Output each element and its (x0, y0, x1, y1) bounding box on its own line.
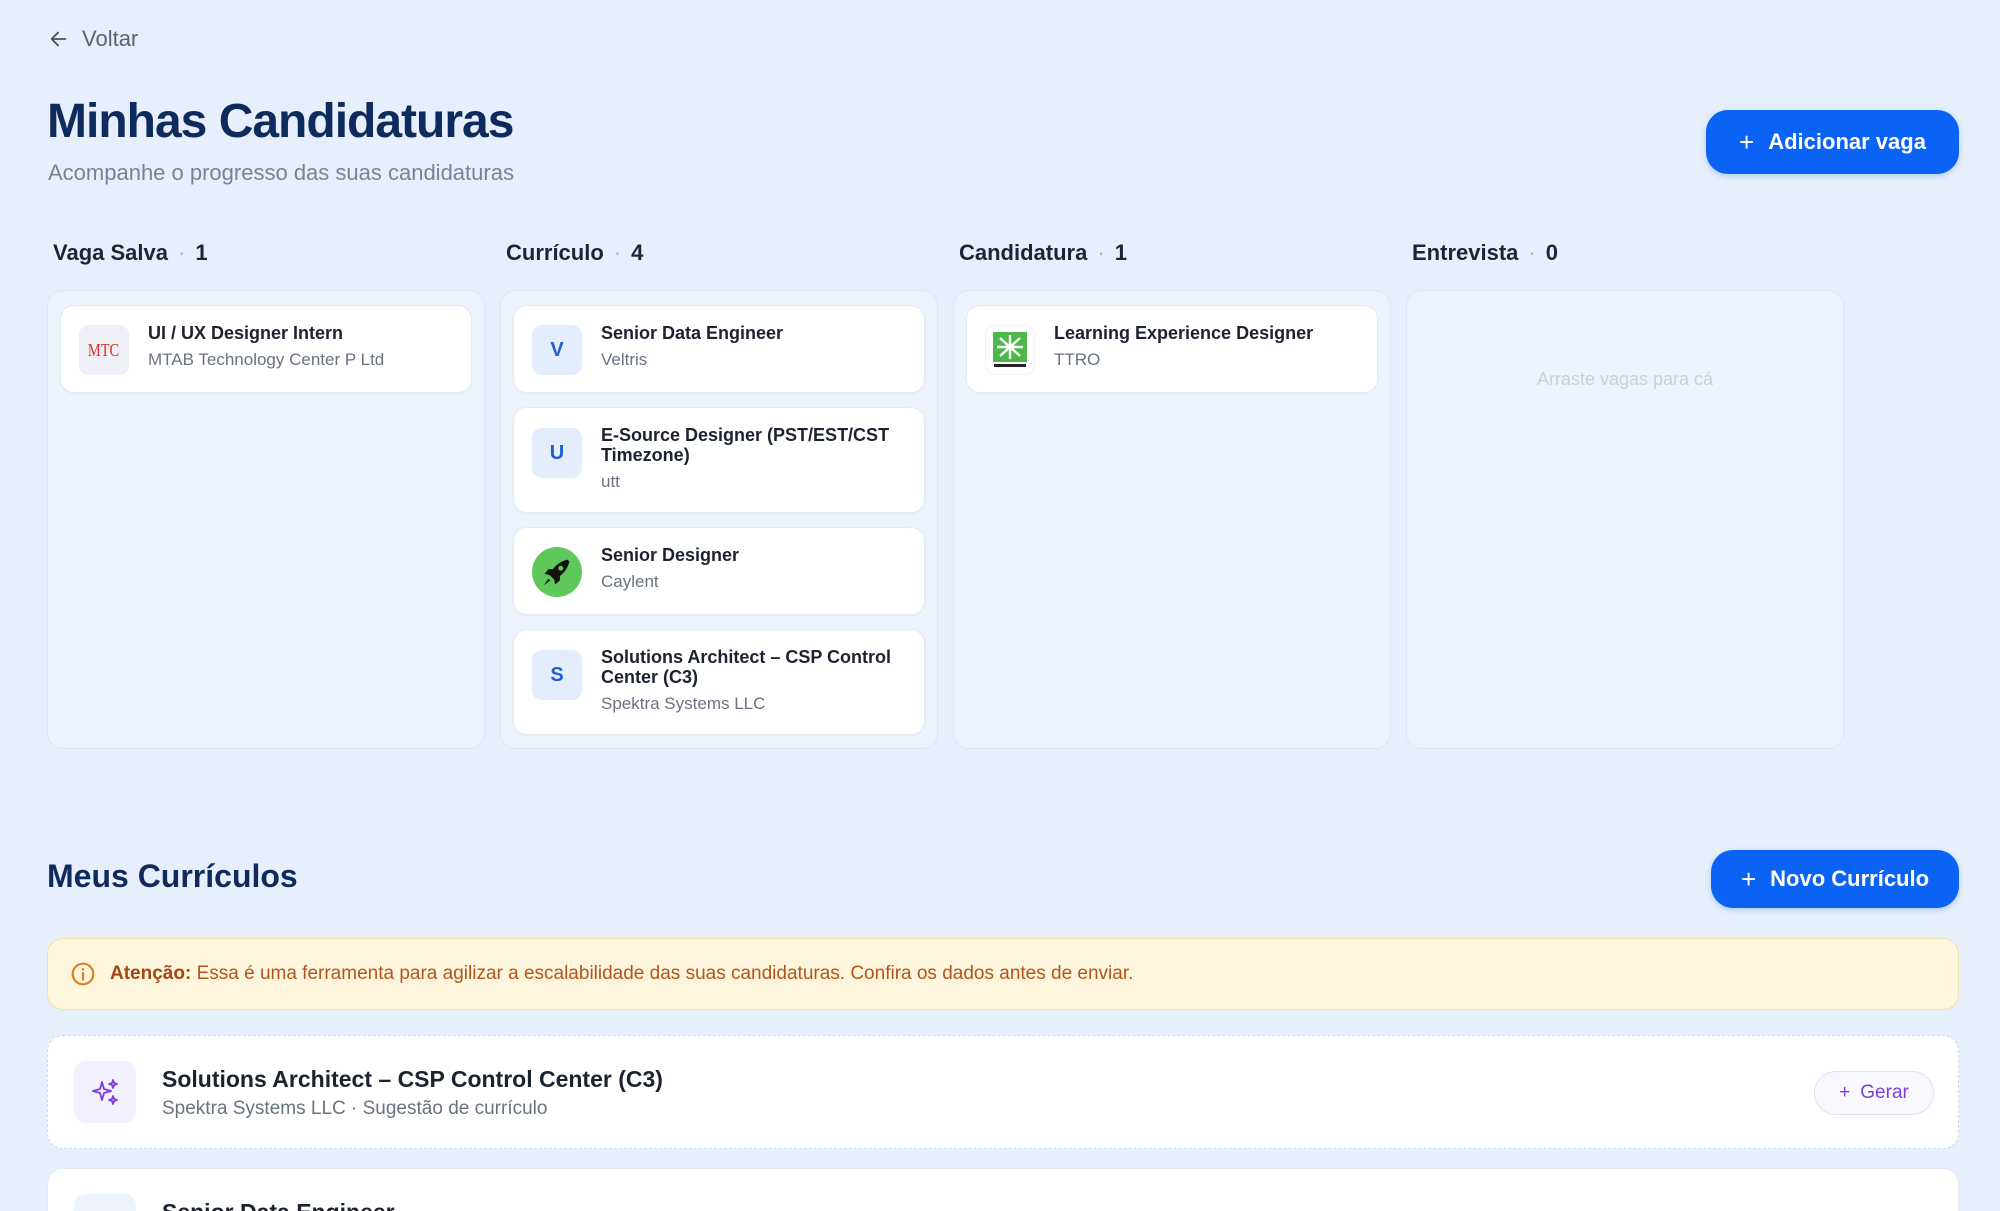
logo-text: MTC (88, 339, 120, 360)
warning-alert: Atenção: Essa é uma ferramenta para agil… (47, 938, 1959, 1010)
alert-label: Atenção: (110, 963, 192, 984)
job-title: E-Source Designer (PST/EST/CST Timezone) (601, 425, 890, 465)
back-link[interactable]: Voltar (48, 26, 138, 52)
resume-title: Senior Data Engineer (162, 1199, 395, 1211)
rocket-icon (532, 547, 582, 597)
alert-message: Atenção: Essa é uma ferramenta para agil… (110, 963, 1133, 985)
company-name: utt (601, 472, 620, 491)
page-subtitle: Acompanhe o progresso das suas candidatu… (48, 160, 514, 185)
company-name: Caylent (601, 572, 659, 591)
resume-title: Solutions Architect – CSP Control Center… (162, 1066, 663, 1092)
alert-text: Essa é uma ferramenta para agilizar a es… (196, 963, 1134, 984)
column-application[interactable]: Learning Experience Designer TTRO (953, 290, 1391, 749)
separator-dot: · (613, 240, 622, 265)
generate-label: Gerar (1860, 1082, 1909, 1103)
job-title: Senior Designer (601, 545, 740, 565)
resume-icon (74, 1194, 136, 1211)
job-card[interactable]: V Senior Data Engineer Veltris (513, 305, 925, 393)
add-job-button[interactable]: + Adicionar vaga (1706, 110, 1959, 174)
column-title: Entrevista (1412, 240, 1519, 265)
column-count: 4 (631, 240, 644, 265)
arrow-left-icon (50, 31, 67, 47)
job-card[interactable]: MTC UI / UX Designer Intern MTAB Technol… (60, 305, 472, 393)
ttro-logo (985, 325, 1035, 375)
company-name: Veltris (601, 350, 648, 369)
job-card[interactable]: U E-Source Designer (PST/EST/CST Timezon… (513, 407, 925, 513)
company-name: MTAB Technology Center P Ltd (148, 350, 385, 369)
column-resume[interactable]: V Senior Data Engineer Veltris U E-Sourc… (500, 290, 938, 749)
company-logo: U (532, 428, 582, 478)
back-label: Voltar (82, 26, 139, 51)
column-interview[interactable]: Arraste vagas para cá (1406, 290, 1844, 749)
company-logo: MTC (79, 325, 129, 375)
plus-icon: + (1740, 864, 1757, 894)
new-resume-button[interactable]: + Novo Currículo (1711, 850, 1959, 908)
column-header-interview: Entrevista · 0 (1412, 240, 1558, 266)
column-count: 1 (195, 240, 208, 265)
page-title: Minhas Candidaturas (47, 95, 514, 148)
company-logo: S (532, 650, 582, 700)
resume-row[interactable]: Senior Data Engineer (47, 1168, 1959, 1211)
info-icon (71, 962, 95, 986)
plus-icon: + (1739, 127, 1755, 157)
column-header-application: Candidatura · 1 (959, 240, 1127, 266)
job-card[interactable]: Learning Experience Designer TTRO (966, 305, 1378, 393)
column-title: Candidatura (959, 240, 1088, 265)
column-title: Currículo (506, 240, 604, 265)
generate-button[interactable]: + Gerar (1814, 1071, 1934, 1115)
resume-subtitle: Spektra Systems LLC · Sugestão de curríc… (162, 1098, 548, 1119)
column-count: 1 (1114, 240, 1127, 265)
add-job-label: Adicionar vaga (1768, 129, 1926, 154)
company-name: TTRO (1054, 350, 1101, 369)
column-header-saved: Vaga Salva · 1 (53, 240, 208, 266)
empty-column-hint: Arraste vagas para cá (1536, 369, 1714, 389)
sparkles-icon (74, 1061, 136, 1123)
resumes-section-title: Meus Currículos (47, 858, 298, 894)
column-title: Vaga Salva (53, 240, 168, 265)
job-title: Learning Experience Designer (1054, 323, 1314, 343)
new-resume-label: Novo Currículo (1770, 866, 1930, 891)
company-name: Spektra Systems LLC (601, 694, 766, 713)
job-title: Senior Data Engineer (601, 323, 784, 343)
column-saved[interactable]: MTC UI / UX Designer Intern MTAB Technol… (47, 290, 485, 749)
company-logo: V (532, 325, 582, 375)
separator-dot: · (177, 240, 186, 265)
plus-icon: + (1839, 1082, 1851, 1103)
job-title: UI / UX Designer Intern (148, 323, 344, 343)
separator-dot: · (1528, 240, 1536, 265)
column-header-resume: Currículo · 4 (506, 240, 643, 266)
job-title: Solutions Architect – CSP Control Center… (601, 647, 892, 687)
resume-suggestion-row[interactable]: Solutions Architect – CSP Control Center… (47, 1035, 1959, 1149)
job-card[interactable]: Senior Designer Caylent (513, 527, 925, 615)
separator-dot: · (1097, 240, 1105, 265)
job-card[interactable]: S Solutions Architect – CSP Control Cent… (513, 629, 925, 735)
column-count: 0 (1545, 240, 1558, 265)
